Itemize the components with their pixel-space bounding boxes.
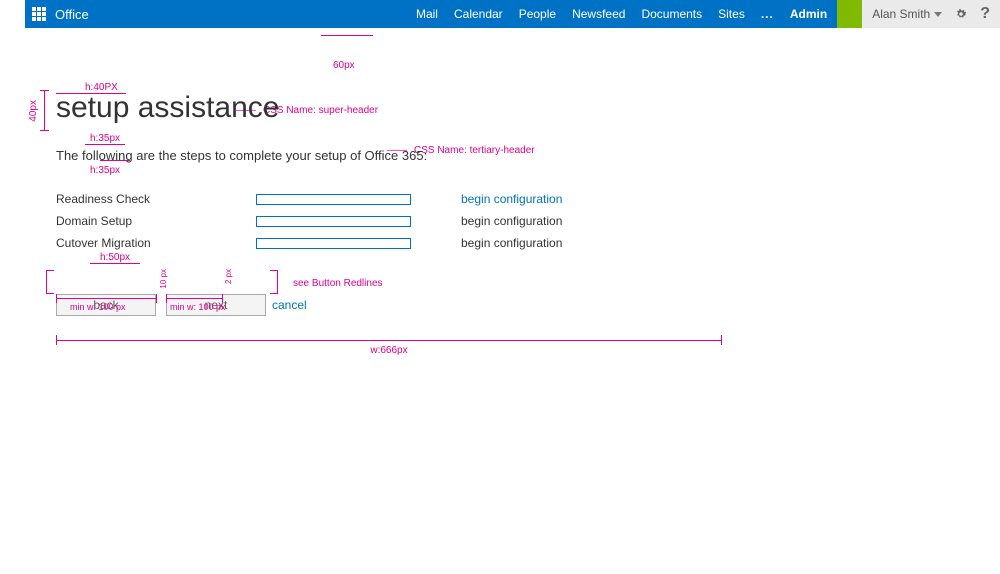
user-name-label: Alan Smith <box>872 7 930 21</box>
nav-newsfeed[interactable]: Newsfeed <box>572 7 625 21</box>
help-icon[interactable]: ? <box>980 5 990 23</box>
step-row: Domain Setup begin configuration <box>56 210 722 232</box>
progress-bar <box>256 194 411 205</box>
app-launcher-icon[interactable] <box>25 0 53 28</box>
content-area: setup assistance The following are the s… <box>56 88 722 316</box>
topbar-left-gutter <box>0 0 25 28</box>
page-subtitle: The following are the steps to complete … <box>56 148 722 163</box>
redline-left-gap-line <box>44 90 45 130</box>
nav-people[interactable]: People <box>519 7 556 21</box>
user-menu[interactable]: Alan Smith <box>872 7 942 21</box>
progress-bar <box>256 216 411 227</box>
top-bar: Office Mail Calendar People Newsfeed Doc… <box>0 0 1000 28</box>
progress-bar <box>256 238 411 249</box>
nav-mail[interactable]: Mail <box>416 7 438 21</box>
redline-width: w:666px <box>56 340 722 356</box>
nav-admin[interactable]: Admin <box>790 7 827 21</box>
redline-minw2-line <box>166 298 222 299</box>
steps-list: Readiness Check begin configuration Doma… <box>56 188 722 254</box>
nav-documents[interactable]: Documents <box>641 7 702 21</box>
redline-minw2-label: min w: 100 px <box>170 302 226 312</box>
top-nav: Mail Calendar People Newsfeed Documents … <box>416 7 837 21</box>
step-label: Readiness Check <box>56 192 256 206</box>
redline-top-gap-line <box>321 35 373 36</box>
presence-block <box>837 0 862 28</box>
cancel-link[interactable]: cancel <box>272 298 307 312</box>
user-area: Alan Smith ? <box>862 0 1000 28</box>
redline-bracket-right <box>270 270 278 294</box>
redline-width-label: w:666px <box>56 345 722 356</box>
chevron-down-icon <box>934 12 942 17</box>
redline-h50-line <box>90 263 140 264</box>
nav-sites[interactable]: Sites <box>718 7 745 21</box>
step-label: Cutover Migration <box>56 236 256 250</box>
page-title: setup assistance <box>56 88 722 128</box>
nav-calendar[interactable]: Calendar <box>454 7 503 21</box>
step-action-link[interactable]: begin configuration <box>461 192 562 206</box>
redline-minw1-label: min w: 100 px <box>70 302 126 312</box>
brand-label: Office <box>53 7 89 22</box>
step-action-text: begin configuration <box>461 236 562 250</box>
step-action-text: begin configuration <box>461 214 562 228</box>
topbar-blue: Office Mail Calendar People Newsfeed Doc… <box>25 0 837 28</box>
redline-bracket-left <box>46 270 54 294</box>
redline-top-gap-label: 60px <box>333 60 355 71</box>
nav-more-icon[interactable]: ... <box>761 7 774 21</box>
settings-gear-icon[interactable] <box>954 7 968 21</box>
step-row: Readiness Check begin configuration <box>56 188 722 210</box>
redline-minw1-line <box>56 298 156 299</box>
redline-left-gap-label: 40px <box>28 100 39 122</box>
step-label: Domain Setup <box>56 214 256 228</box>
step-row: Cutover Migration begin configuration <box>56 232 722 254</box>
